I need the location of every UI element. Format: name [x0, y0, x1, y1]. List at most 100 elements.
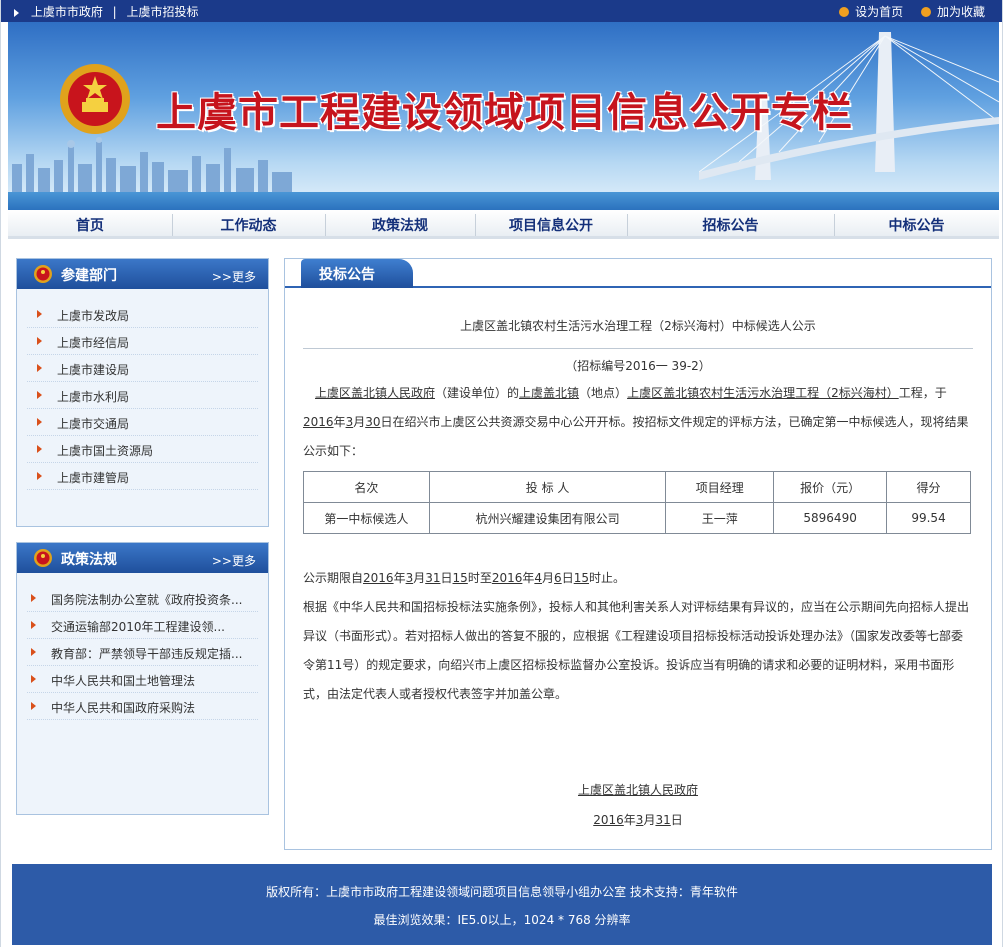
sidebox-departments-header: 参建部门 >>更多 [17, 259, 268, 289]
department-link[interactable]: 上虞市交通局 [57, 415, 129, 432]
col-header: 得分 [886, 471, 971, 503]
intro-text: 月 [353, 415, 366, 429]
sidebox-policies: 政策法规 >>更多 国务院法制办公室就《政府投资条... 交通运输部2010年工… [16, 542, 269, 815]
list-item[interactable]: 上虞市交通局 [27, 409, 258, 436]
notice-text: 日 [561, 571, 574, 585]
bullet-icon [920, 7, 931, 17]
tab-bid-notice[interactable]: 投标公告 [301, 259, 413, 288]
add-favorite-label: 加为收藏 [936, 5, 985, 19]
main-content-box: 投标公告 上虞区盖北镇农村生活污水治理工程（2标兴海村）中标候选人公示 （招标编… [284, 258, 992, 850]
arrow-icon [31, 594, 36, 602]
table-row: 第一中标候选人 杭州兴耀建设集团有限公司 王一萍 5896490 99.54 [303, 502, 971, 534]
department-link[interactable]: 上虞市水利局 [57, 388, 129, 405]
department-link[interactable]: 上虞市建管局 [57, 469, 129, 486]
more-label: 更多 [231, 554, 256, 568]
arrow-icon [37, 418, 42, 426]
intro-text: 日在绍兴市上虞区公共资源交易中心公开开标。按招标文件规定的评标方法，已确定第一中… [303, 415, 969, 458]
table-cell: 第一中标候选人 [303, 502, 430, 534]
notice-value: 6 [554, 571, 562, 585]
notice-text: 年 [393, 571, 406, 585]
complaint-paragraph: 根据《中华人民共和国招标投标法实施条例》，投标人和其他利害关系人对评标结果有异议… [303, 600, 970, 701]
notice-text: 时止。 [588, 571, 625, 585]
department-list: 上虞市发改局 上虞市经信局 上虞市建设局 上虞市水利局 上虞市交通局 上虞市国土… [17, 301, 268, 490]
sign-date: 2016年3月31日 [285, 811, 991, 828]
notice-value: 4 [534, 571, 543, 585]
intro-text: 工程，于 [898, 386, 947, 400]
notice-text: 日 [440, 571, 453, 585]
policy-link[interactable]: 中华人民共和国土地管理法 [51, 672, 195, 689]
policy-link[interactable]: 中华人民共和国政府采购法 [51, 699, 195, 716]
sidebox-policies-header: 政策法规 >>更多 [17, 543, 268, 573]
sign-text: 年 [623, 813, 636, 827]
sign-year: 2016 [593, 813, 624, 827]
top-links: 上虞市市政府 | 上虞市招投标 [14, 3, 199, 20]
policy-link[interactable]: 国务院法制办公室就《政府投资条... [51, 591, 242, 608]
notice-text: 月 [413, 571, 426, 585]
policy-list: 国务院法制办公室就《政府投资条... 交通运输部2010年工程建设领... 教育… [17, 585, 268, 720]
notice-value: 31 [425, 571, 441, 585]
list-item[interactable]: 上虞市经信局 [27, 328, 258, 355]
add-favorite-link[interactable]: 加为收藏 [920, 5, 985, 19]
link-city-bidding[interactable]: 上虞市招投标 [127, 5, 199, 19]
table-cell: 杭州兴耀建设集团有限公司 [428, 502, 667, 534]
signature: 上虞区盖北镇人民政府 [577, 783, 698, 797]
arrow-icon [37, 472, 42, 480]
set-homepage-label: 设为首页 [855, 5, 904, 19]
list-item[interactable]: 中华人民共和国土地管理法 [27, 666, 258, 693]
triangle-icon [14, 8, 19, 17]
department-link[interactable]: 上虞市国土资源局 [57, 442, 153, 459]
table-cell: 王一萍 [665, 502, 775, 534]
project-name: 上虞区盖北镇农村生活污水治理工程（2标兴海村） [627, 386, 899, 400]
list-item[interactable]: 交通运输部2010年工程建设领... [27, 612, 258, 639]
arrow-icon [37, 391, 42, 399]
list-item[interactable]: 教育部：严禁领导干部违反规定插... [27, 639, 258, 666]
list-item[interactable]: 国务院法制办公室就《政府投资条... [27, 585, 258, 612]
title-divider [303, 348, 973, 349]
col-header: 报价（元） [773, 471, 888, 503]
list-item[interactable]: 中华人民共和国政府采购法 [27, 693, 258, 720]
open-day: 30 [365, 415, 381, 429]
link-separator: | [112, 5, 117, 19]
footer-browser-note: 最佳浏览效果：IE5.0以上，1024 * 768 分辨率 [373, 913, 631, 927]
policy-link[interactable]: 教育部：严禁领导干部违反规定插... [51, 645, 242, 662]
list-item[interactable]: 上虞市发改局 [27, 301, 258, 328]
more-label: 更多 [231, 270, 256, 284]
nav-home[interactable]: 首页 [8, 215, 172, 235]
nav-project-info[interactable]: 项目信息公开 [475, 215, 627, 235]
notice-text: 时至 [467, 571, 492, 585]
banner-title: 上虞市工程建设领域项目信息公开专栏 [156, 90, 853, 136]
nav-policies[interactable]: 政策法规 [325, 215, 475, 235]
list-item[interactable]: 上虞市国土资源局 [27, 436, 258, 463]
arrow-icon [37, 364, 42, 372]
main-nav: 首页 工作动态 政策法规 项目信息公开 招标公告 中标公告 [8, 210, 999, 239]
intro-text: （建设单位）的 [435, 386, 520, 400]
nav-award-notice[interactable]: 中标公告 [834, 215, 999, 235]
sidebox-policies-more-link[interactable]: >>更多 [212, 552, 256, 569]
nav-tender-notice[interactable]: 招标公告 [627, 215, 834, 235]
department-link[interactable]: 上虞市经信局 [57, 334, 129, 351]
link-city-government[interactable]: 上虞市市政府 [31, 5, 103, 19]
notice-period: 公示期限自2016年3月31日15时至2016年4月6日15时止。 [303, 564, 973, 593]
policy-link[interactable]: 交通运输部2010年工程建设领... [51, 618, 225, 635]
sidebox-policies-title: 政策法规 [61, 552, 117, 568]
location-name: 上虞盖北镇 [519, 386, 580, 400]
sidebox-departments: 参建部门 >>更多 上虞市发改局 上虞市经信局 上虞市建设局 上虞市水利局 上虞… [16, 258, 269, 527]
department-link[interactable]: 上虞市发改局 [57, 307, 129, 324]
bullet-icon [839, 7, 850, 17]
nav-work-news[interactable]: 工作动态 [172, 215, 325, 235]
footer: 版权所有：上虞市市政府工程建设领域问题项目信息领导小组办公室 技术支持：青年软件… [12, 864, 992, 945]
department-link[interactable]: 上虞市建设局 [57, 361, 129, 378]
notice-text: 年 [522, 571, 535, 585]
arrow-icon [37, 337, 42, 345]
national-emblem-icon [60, 64, 130, 134]
tab-label: 投标公告 [319, 267, 375, 283]
list-item[interactable]: 上虞市建管局 [27, 463, 258, 490]
arrow-icon [31, 702, 36, 710]
list-item[interactable]: 上虞市水利局 [27, 382, 258, 409]
header-banner: 上虞市工程建设领域项目信息公开专栏 [8, 22, 999, 210]
emblem-icon [34, 265, 52, 283]
sidebox-departments-more-link[interactable]: >>更多 [212, 268, 256, 285]
notice-text: 公示期限自 [303, 571, 364, 585]
list-item[interactable]: 上虞市建设局 [27, 355, 258, 382]
set-homepage-link[interactable]: 设为首页 [839, 5, 903, 19]
